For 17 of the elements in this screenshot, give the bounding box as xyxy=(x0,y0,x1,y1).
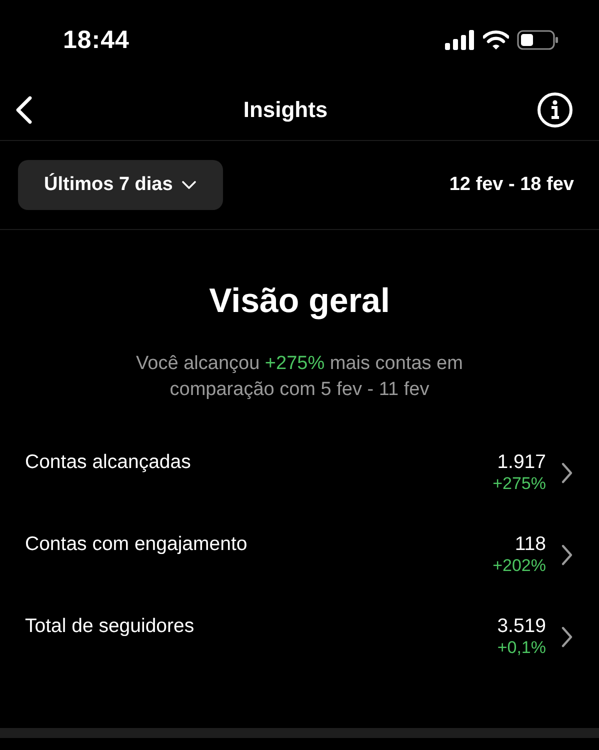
summary-text: Você alcançou +275% mais contas em comparação com 5 fev - 11 fev xyxy=(135,352,464,402)
chevron-right-icon xyxy=(560,542,574,566)
wifi-icon xyxy=(483,30,509,50)
chevron-right-icon xyxy=(560,460,574,484)
metric-row[interactable]: Total de seguidores 3.519 +0,1% xyxy=(25,615,574,671)
info-button[interactable] xyxy=(535,90,575,130)
chevron-right-icon xyxy=(560,624,574,648)
section-title: Visão geral xyxy=(209,282,390,321)
chevron-down-icon xyxy=(180,180,197,190)
signal-icon xyxy=(445,30,475,50)
date-range-dropdown[interactable]: Últimos 7 dias xyxy=(18,160,223,210)
battery-icon xyxy=(517,30,559,50)
date-range: 12 fev - 18 fev xyxy=(449,174,574,196)
metric-row[interactable]: Contas alcançadas 1.917 +275% xyxy=(25,451,574,507)
page-title: Insights xyxy=(243,97,328,123)
status-time: 18:44 xyxy=(63,26,130,54)
metric-row[interactable]: Contas com engajamento 118 +202% xyxy=(25,533,574,589)
